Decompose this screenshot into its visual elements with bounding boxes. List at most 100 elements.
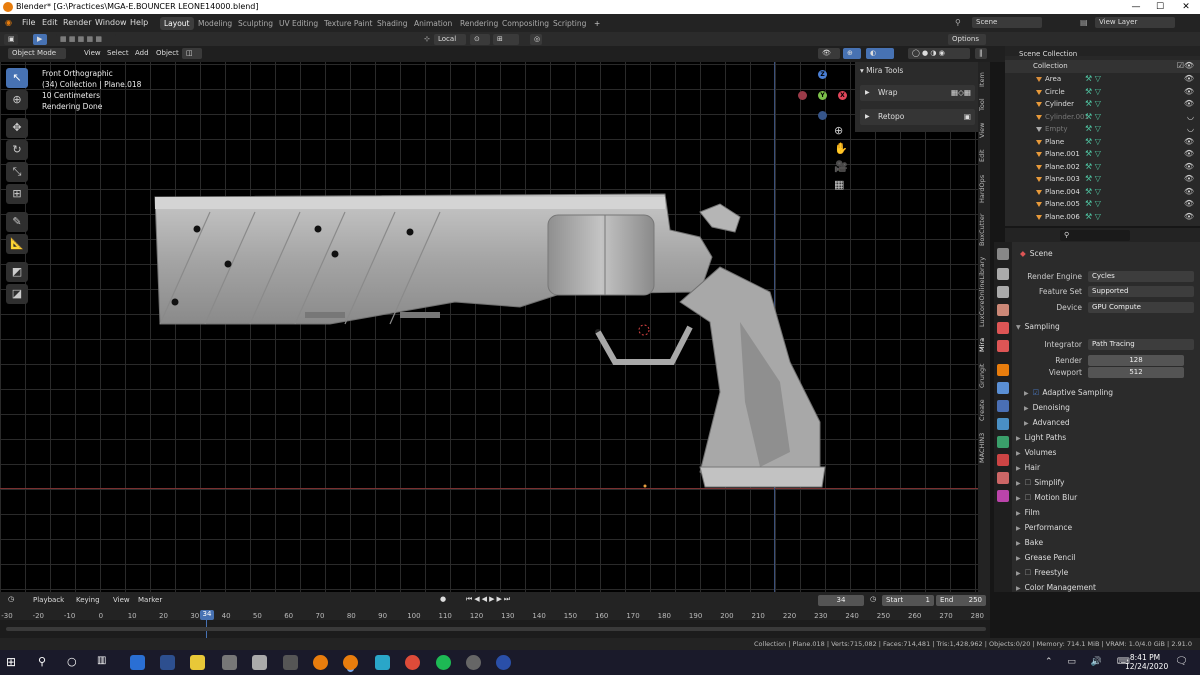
cursor-tool-icon[interactable]: ⊕ — [6, 90, 28, 110]
view-layer-selector[interactable]: View Layer — [1095, 17, 1175, 28]
timeline[interactable]: ◷ Playback Keying View Marker ● ⏮◀◀▶▶⏭ 3… — [0, 592, 990, 638]
camera-view-icon[interactable]: 🎥 — [834, 160, 848, 173]
measure-tool-icon[interactable]: 📐 — [6, 234, 28, 254]
add-plane-tool-icon[interactable]: ◪ — [6, 284, 28, 304]
eye-icon[interactable]: 👁 — [1184, 98, 1194, 111]
select-box-icon[interactable]: ▶ — [33, 34, 47, 45]
pan-hand-icon[interactable]: ✋ — [834, 142, 848, 155]
advanced-section[interactable]: ▶ Advanced — [1024, 418, 1070, 427]
menu-view-timeline[interactable]: View — [113, 596, 130, 604]
physics-props-icon[interactable] — [997, 418, 1009, 430]
transform-tool-icon[interactable]: ⊞ — [6, 184, 28, 204]
property-section[interactable]: ▶ Volumes — [1016, 448, 1056, 457]
clock[interactable]: 8:41 PM 12/24/2020 — [1125, 653, 1168, 671]
tab-grungit[interactable]: Grungit — [978, 360, 990, 392]
modifier-icons[interactable]: ⚒ ▽ — [1085, 98, 1101, 111]
property-section[interactable]: ▶ ☐ Simplify — [1016, 478, 1064, 487]
property-section[interactable]: ▶ ☐ Motion Blur — [1016, 493, 1077, 502]
outliner-item[interactable]: Plane.001 ⚒ ▽ 👁 — [1005, 148, 1200, 161]
move-tool-icon[interactable]: ✥ — [6, 118, 28, 138]
chrome-icon[interactable] — [405, 655, 420, 670]
outliner-item[interactable]: Circle ⚒ ▽ 👁 — [1005, 86, 1200, 99]
scene-collection-row[interactable]: Scene Collection — [1005, 48, 1200, 61]
eye-icon[interactable]: ◡ — [1187, 123, 1194, 136]
checkbox-checked-icon[interactable]: ☑ — [1033, 388, 1040, 397]
tab-texture-paint[interactable]: Texture Paint — [320, 17, 376, 30]
eye-icon[interactable]: 👁 — [1184, 198, 1194, 211]
tool-props-icon[interactable] — [997, 248, 1009, 260]
edge-icon[interactable] — [130, 655, 145, 670]
tab-uv-editing[interactable]: UV Editing — [275, 17, 322, 30]
modifier-props-icon[interactable] — [997, 382, 1009, 394]
notifications-icon[interactable]: 🗨 — [1175, 656, 1188, 667]
outliner-item[interactable]: Plane.006 ⚒ ▽ 👁 — [1005, 211, 1200, 224]
app-icon-5[interactable] — [375, 655, 390, 670]
rotate-tool-icon[interactable]: ↻ — [6, 140, 28, 160]
eye-icon[interactable]: 👁 — [1184, 136, 1194, 149]
outliner-item[interactable]: Area ⚒ ▽ 👁 — [1005, 73, 1200, 86]
tab-sculpting[interactable]: Sculpting — [234, 17, 277, 30]
world-props-icon[interactable] — [997, 340, 1009, 352]
particles-props-icon[interactable] — [997, 400, 1009, 412]
retopo-button-icon[interactable]: ▣ — [964, 109, 971, 125]
modifier-icons[interactable]: ⚒ ▽ — [1085, 198, 1101, 211]
shading-mode-icons[interactable]: ◯ ● ◑ ◉ — [908, 48, 970, 59]
mira-panel-title[interactable]: ▾ Mira Tools — [860, 66, 903, 75]
tab-create[interactable]: Create — [978, 396, 990, 424]
outliner-item[interactable]: Plane.003 ⚒ ▽ 👁 — [1005, 173, 1200, 186]
eye-icon[interactable]: 👁 — [1184, 73, 1194, 86]
render-props-icon[interactable] — [997, 268, 1009, 280]
wrap-buttons-icon[interactable]: ▦◇▦ — [951, 85, 971, 101]
menu-view[interactable]: View — [80, 48, 105, 59]
property-section[interactable]: ▶ Bake — [1016, 538, 1043, 547]
snap-toggle-icon[interactable]: ◫ — [182, 48, 202, 59]
mira-retopo-row[interactable]: ▶ Retopo ▣ — [860, 109, 975, 125]
modifier-icons[interactable]: ⚒ ▽ — [1085, 73, 1101, 86]
gizmo-x-axis[interactable]: X — [838, 91, 847, 100]
outliner-item[interactable]: Plane ⚒ ▽ 👁 — [1005, 136, 1200, 149]
sticky-notes-icon[interactable] — [190, 655, 205, 670]
tab-layout[interactable]: Layout — [160, 17, 194, 30]
view-layer-props-icon[interactable] — [997, 304, 1009, 316]
select-mode-icons[interactable]: ▦ ▦ ▦ ▦ ▦ — [56, 34, 116, 45]
sampling-section[interactable]: ▼ Sampling — [1016, 322, 1060, 331]
render-samples-field[interactable]: 128 — [1088, 355, 1184, 366]
eye-icon[interactable]: 👁 — [1184, 211, 1194, 224]
blender-taskbar-icon[interactable] — [313, 655, 328, 670]
spotify-icon[interactable] — [436, 655, 451, 670]
modifier-icons[interactable]: ⚒ ▽ — [1085, 161, 1101, 174]
property-section[interactable]: ▶ Light Paths — [1016, 433, 1066, 442]
tab-edit[interactable]: Edit — [978, 146, 990, 166]
property-section[interactable]: ▶ ☐ Freestyle — [1016, 568, 1068, 577]
app-icon-7[interactable] — [496, 655, 511, 670]
options-dropdown[interactable]: Options — [948, 34, 986, 45]
scene-props-icon[interactable] — [997, 322, 1009, 334]
tab-animation[interactable]: Animation — [410, 17, 456, 30]
menu-select[interactable]: Select — [103, 48, 133, 59]
modifier-icons[interactable]: ⚒ ▽ — [1085, 148, 1101, 161]
outliner-item[interactable]: Cylinder ⚒ ▽ 👁 — [1005, 98, 1200, 111]
tab-scripting[interactable]: Scripting — [549, 17, 590, 30]
windows-start-icon[interactable]: ⊞ — [6, 655, 21, 670]
tab-compositing[interactable]: Compositing — [498, 17, 553, 30]
denoising-section[interactable]: ▶ Denoising — [1024, 403, 1070, 412]
integrator-dropdown[interactable]: Path Tracing — [1088, 339, 1194, 350]
modifier-icons[interactable]: ⚒ ▽ — [1085, 86, 1101, 99]
gizmo-neg-z-axis[interactable] — [818, 111, 827, 120]
checkbox-icon[interactable]: ☐ — [1025, 568, 1032, 577]
material-props-icon[interactable] — [997, 472, 1009, 484]
sidebar-toggle-icon[interactable]: ‖ — [975, 48, 987, 59]
menu-window[interactable]: Window — [95, 18, 127, 27]
add-cube-tool-icon[interactable]: ◩ — [6, 262, 28, 282]
gizmo-z-axis[interactable]: Z — [818, 70, 827, 79]
menu-playback[interactable]: Playback — [33, 596, 64, 604]
tab-machin3[interactable]: MACHIN3 — [978, 428, 990, 468]
mira-wrap-row[interactable]: ▶ Wrap ▦◇▦ — [860, 85, 975, 101]
editor-type-icon[interactable]: ▣ — [4, 34, 18, 45]
adaptive-sampling-row[interactable]: ▶ ☑ Adaptive Sampling — [1024, 388, 1113, 397]
outliner-item[interactable]: Plane.002 ⚒ ▽ 👁 — [1005, 161, 1200, 174]
visibility-icon[interactable]: 👁 — [818, 48, 840, 59]
tab-modeling[interactable]: Modeling — [194, 17, 236, 30]
ortho-toggle-icon[interactable]: ▦ — [834, 178, 844, 191]
menu-add[interactable]: Add — [131, 48, 153, 59]
